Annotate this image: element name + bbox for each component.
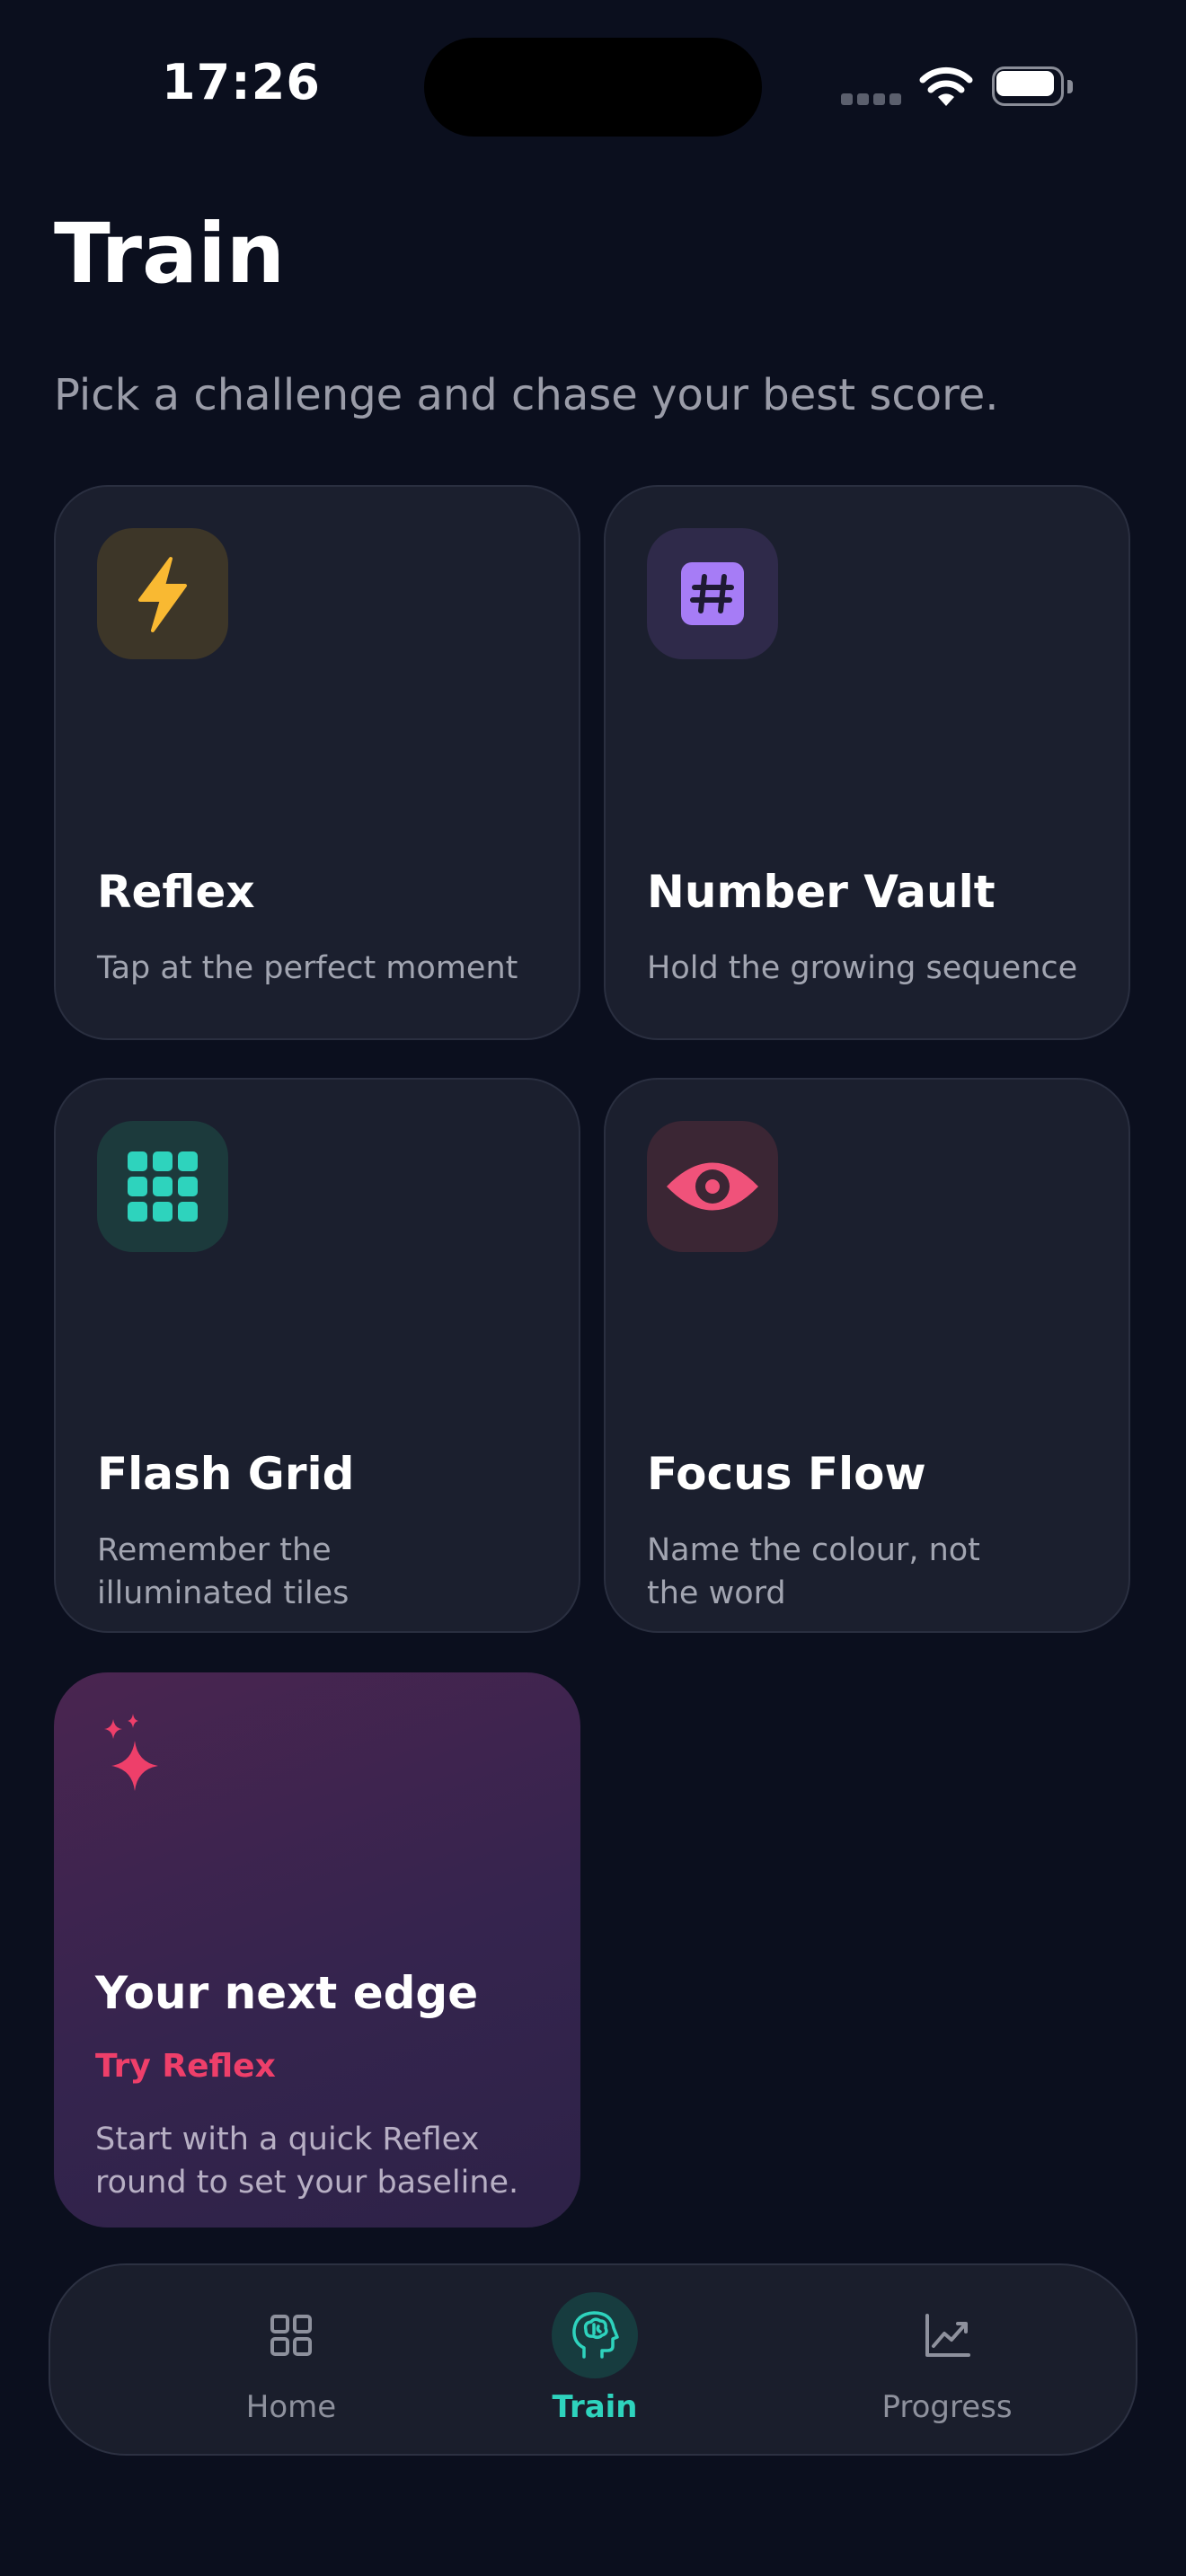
challenge-card-reflex[interactable]: Reflex Tap at the perfect moment [54,485,580,1040]
card-title: Flash Grid [97,1448,355,1500]
card-description: Name the colour, not the word [647,1532,980,1611]
try-reflex-link[interactable]: Try Reflex [95,2048,276,2085]
tab-label: Progress [881,2389,1013,2425]
suggestion-title: Your next edge [95,1967,479,2019]
tab-home[interactable]: Home [156,2265,426,2454]
reflex-icon-tile [97,528,228,659]
grid-icon [128,1151,198,1222]
tab-label: Train [552,2389,638,2425]
bottom-tab-bar: Home Train Progress [49,2263,1137,2456]
progress-tab-icon-wrap [904,2292,990,2378]
brain-head-icon [572,2311,619,2359]
home-tab-icon-wrap [248,2292,334,2378]
tab-train[interactable]: Train [460,2265,730,2454]
challenge-card-flash-grid[interactable]: Flash Grid Remember the illuminated tile… [54,1078,580,1633]
wifi-icon [919,66,973,106]
challenge-card-number-vault[interactable]: Number Vault Hold the growing sequence [604,485,1130,1040]
suggestion-description: Start with a quick Reflex round to set y… [95,2122,519,2201]
card-description: Tap at the perfect moment [97,950,518,986]
number-vault-icon-tile [647,528,778,659]
tab-label: Home [245,2389,337,2425]
battery-icon [992,66,1075,108]
challenge-card-focus-flow[interactable]: Focus Flow Name the colour, not the word [604,1078,1130,1633]
card-title: Number Vault [647,866,996,918]
card-description: Remember the illuminated tiles [97,1532,350,1611]
status-time: 17:26 [162,54,321,110]
status-bar: 17:26 [0,0,1186,171]
train-tab-icon-wrap [552,2292,638,2378]
eye-icon [667,1162,758,1211]
focus-flow-icon-tile [647,1121,778,1252]
trend-chart-icon [925,2314,970,2357]
card-description: Hold the growing sequence [647,950,1078,986]
page-subtitle: Pick a challenge and chase your best sco… [54,370,999,420]
tab-progress[interactable]: Progress [812,2265,1082,2454]
sparkles-icon [104,1714,158,1791]
grid-2x2-icon [270,2315,312,2356]
card-title: Reflex [97,866,255,918]
cellular-signal-icon [841,93,902,106]
hash-icon [681,562,744,625]
flash-grid-icon-tile [97,1121,228,1252]
page-title: Train [54,206,286,302]
card-title: Focus Flow [647,1448,926,1500]
next-edge-suggestion-card[interactable]: Your next edge Try Reflex Start with a q… [54,1672,580,2228]
dynamic-island [424,38,762,137]
lightning-bolt-icon [138,557,187,632]
